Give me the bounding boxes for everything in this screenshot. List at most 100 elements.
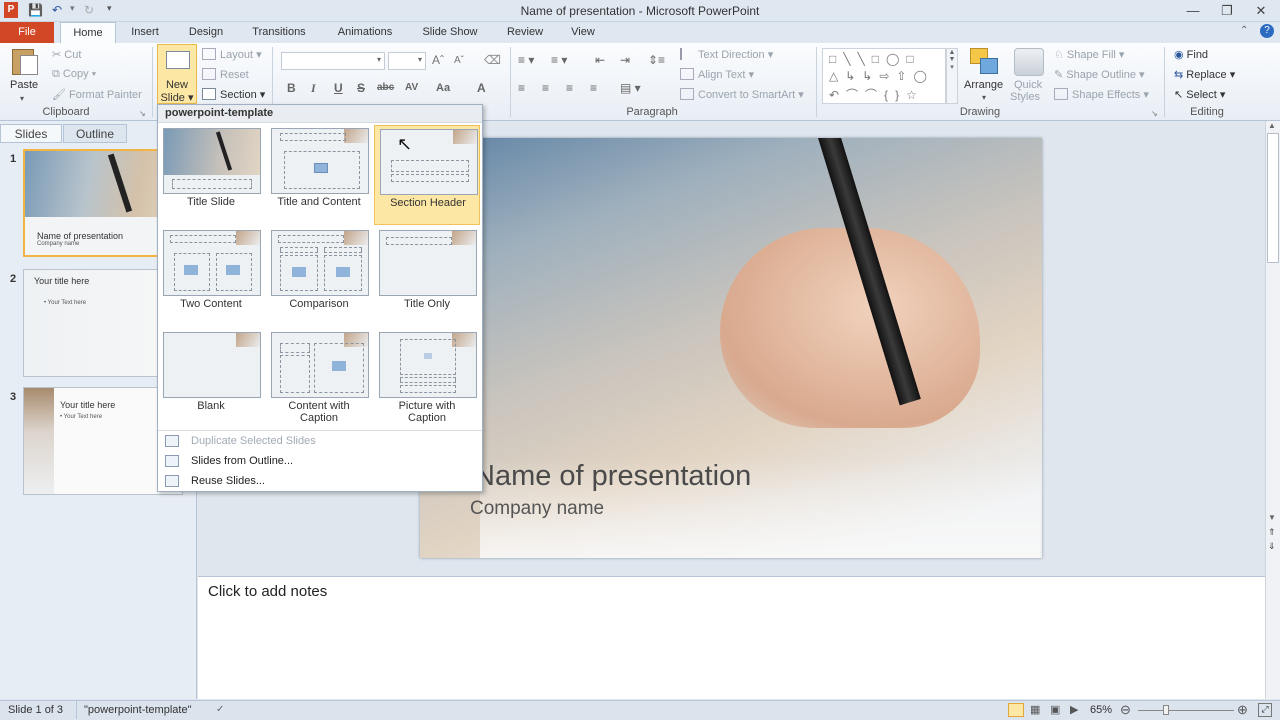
quick-styles-icon[interactable]	[1014, 48, 1044, 76]
arrange-icon[interactable]	[970, 48, 1000, 76]
shape-outline-button[interactable]: ✎ Shape Outline ▾	[1054, 68, 1145, 81]
layout-picture-with-caption[interactable]: Picture with Caption	[374, 329, 480, 429]
find-button[interactable]: ◉ Find	[1174, 48, 1208, 61]
italic-button[interactable]: I	[311, 81, 316, 96]
align-center-icon[interactable]: ≡	[542, 81, 549, 95]
spellcheck-icon[interactable]: ✓	[216, 704, 224, 715]
font-size-combo[interactable]: ▾	[388, 52, 426, 70]
scroll-up-icon[interactable]: ▲	[1268, 121, 1276, 130]
shapes-gallery-scroll[interactable]: ▲ ▼ ▾	[946, 48, 958, 104]
shape-effects-button[interactable]: Shape Effects ▾	[1054, 88, 1149, 101]
close-icon[interactable]: ✕	[1246, 1, 1276, 21]
layout-two-content[interactable]: Two Content	[158, 227, 264, 327]
text-direction-button[interactable]: Text Direction ▾	[680, 48, 773, 61]
shrink-font-icon[interactable]: Aˇ	[454, 55, 464, 66]
format-painter-button[interactable]: 🖌 Format Painter	[52, 88, 142, 101]
strikethrough-button[interactable]: abc	[377, 82, 394, 93]
bullets-icon[interactable]: ≡ ▾	[518, 53, 534, 67]
notes-pane[interactable]: Click to add notes	[198, 576, 1265, 699]
restore-icon[interactable]: ❐	[1212, 1, 1242, 21]
cut-button[interactable]: ✂ Cut	[52, 48, 81, 61]
align-right-icon[interactable]: ≡	[566, 81, 573, 95]
tab-home[interactable]: Home	[60, 22, 116, 44]
scroll-thumb[interactable]	[1267, 133, 1279, 263]
justify-icon[interactable]: ≡	[590, 81, 597, 95]
tab-design[interactable]: Design	[180, 22, 232, 43]
clipboard-launcher-icon[interactable]: ↘	[139, 109, 146, 118]
layout-title-and-content[interactable]: Title and Content	[266, 125, 372, 225]
grow-font-icon[interactable]: Aˆ	[432, 53, 444, 67]
layout-title-only[interactable]: Title Only	[374, 227, 480, 327]
slideshow-view-icon[interactable]: ▶	[1070, 703, 1078, 716]
increase-indent-icon[interactable]: ⇥	[620, 53, 630, 67]
previous-slide-icon[interactable]: ⇑	[1268, 527, 1276, 538]
tab-slides[interactable]: Slides	[0, 124, 62, 143]
slide-canvas[interactable]: Name of presentation Company name	[420, 138, 1042, 558]
clear-formatting-icon[interactable]: ⌫	[484, 53, 501, 67]
reading-view-icon[interactable]: ▣	[1050, 703, 1060, 716]
character-spacing-button[interactable]: AV	[405, 82, 418, 93]
tab-outline[interactable]: Outline	[63, 124, 127, 143]
tab-insert[interactable]: Insert	[122, 22, 168, 43]
shapes-gallery[interactable]: □╲╲□◯□ △↳↳⇨⇧◯ ↶⌒⌒{}☆	[822, 48, 946, 104]
select-button[interactable]: ↖ Select ▾	[1174, 88, 1225, 101]
section-button[interactable]: Section ▾	[202, 88, 265, 101]
layout-title-slide[interactable]: Title Slide	[158, 125, 264, 225]
columns-icon[interactable]: ▤ ▾	[620, 81, 641, 95]
font-color-button[interactable]: A	[477, 81, 486, 95]
font-name-combo[interactable]: ▾	[281, 52, 385, 70]
slide-subtitle[interactable]: Company name	[470, 498, 604, 520]
align-text-button[interactable]: Align Text ▾	[680, 68, 754, 81]
change-case-button[interactable]: Aa	[436, 82, 450, 94]
reuse-slides-item[interactable]: Reuse Slides...	[158, 471, 482, 491]
numbering-icon[interactable]: ≡ ▾	[551, 53, 567, 67]
layout-button[interactable]: Layout ▾	[202, 48, 262, 61]
new-slide-button[interactable]: New Slide ▾	[157, 44, 197, 104]
notes-placeholder[interactable]: Click to add notes	[208, 583, 327, 600]
slide-sorter-icon[interactable]: ▦	[1030, 703, 1040, 716]
next-slide-icon[interactable]: ⇓	[1268, 541, 1276, 552]
scroll-down-icon[interactable]: ▼	[1268, 513, 1276, 522]
underline-button[interactable]: U	[334, 81, 343, 95]
layout-content-with-caption[interactable]: Content with Caption	[266, 329, 372, 429]
decrease-indent-icon[interactable]: ⇤	[595, 53, 605, 67]
drawing-launcher-icon[interactable]: ↘	[1151, 109, 1158, 118]
zoom-slider[interactable]	[1138, 710, 1234, 711]
paste-icon[interactable]	[8, 47, 42, 77]
minimize-ribbon-icon[interactable]: ⌃	[1240, 25, 1248, 36]
tab-view[interactable]: View	[562, 22, 604, 43]
convert-smartart-button[interactable]: Convert to SmartArt ▾	[680, 88, 804, 101]
zoom-slider-thumb[interactable]	[1163, 705, 1169, 715]
quick-styles-button[interactable]: Quick	[1014, 79, 1042, 91]
slide-title[interactable]: Name of presentation	[474, 460, 751, 493]
minimize-icon[interactable]: —	[1178, 1, 1208, 21]
paste-button[interactable]: Paste	[10, 79, 38, 91]
copy-button[interactable]: ⧉ Copy ▾	[52, 68, 96, 81]
layout-blank[interactable]: Blank	[158, 329, 264, 429]
tab-slide-show[interactable]: Slide Show	[414, 22, 486, 43]
fit-to-window-icon[interactable]: ⤢	[1258, 703, 1272, 717]
normal-view-icon[interactable]	[1008, 703, 1024, 717]
duplicate-slides-item[interactable]: Duplicate Selected Slides	[158, 431, 482, 451]
vertical-scrollbar[interactable]: ▲ ▼ ⇑ ⇓	[1265, 121, 1280, 699]
line-spacing-icon[interactable]: ⇕≡	[648, 53, 665, 67]
shape-fill-button[interactable]: ♘ Shape Fill ▾	[1054, 48, 1124, 61]
tab-review[interactable]: Review	[500, 22, 550, 43]
zoom-in-icon[interactable]: ⊕	[1237, 702, 1248, 718]
layout-comparison[interactable]: Comparison	[266, 227, 372, 327]
tab-file[interactable]: File	[0, 22, 54, 43]
align-left-icon[interactable]: ≡	[518, 81, 525, 95]
zoom-level[interactable]: 65%	[1090, 704, 1112, 716]
bold-button[interactable]: B	[287, 81, 296, 95]
layout-section-header[interactable]: Section Header	[374, 125, 480, 225]
tab-animations[interactable]: Animations	[328, 22, 402, 43]
paste-dropdown-icon[interactable]: ▾	[20, 94, 24, 103]
shadow-button[interactable]: S	[357, 81, 365, 95]
zoom-out-icon[interactable]: ⊖	[1120, 702, 1131, 718]
slides-from-outline-item[interactable]: Slides from Outline...	[158, 451, 482, 471]
replace-button[interactable]: ⇆ Replace ▾	[1174, 68, 1235, 81]
arrange-button[interactable]: Arrange	[964, 79, 1003, 91]
reset-button[interactable]: Reset	[202, 68, 249, 81]
tab-transitions[interactable]: Transitions	[244, 22, 314, 43]
help-icon[interactable]: ?	[1260, 24, 1274, 38]
